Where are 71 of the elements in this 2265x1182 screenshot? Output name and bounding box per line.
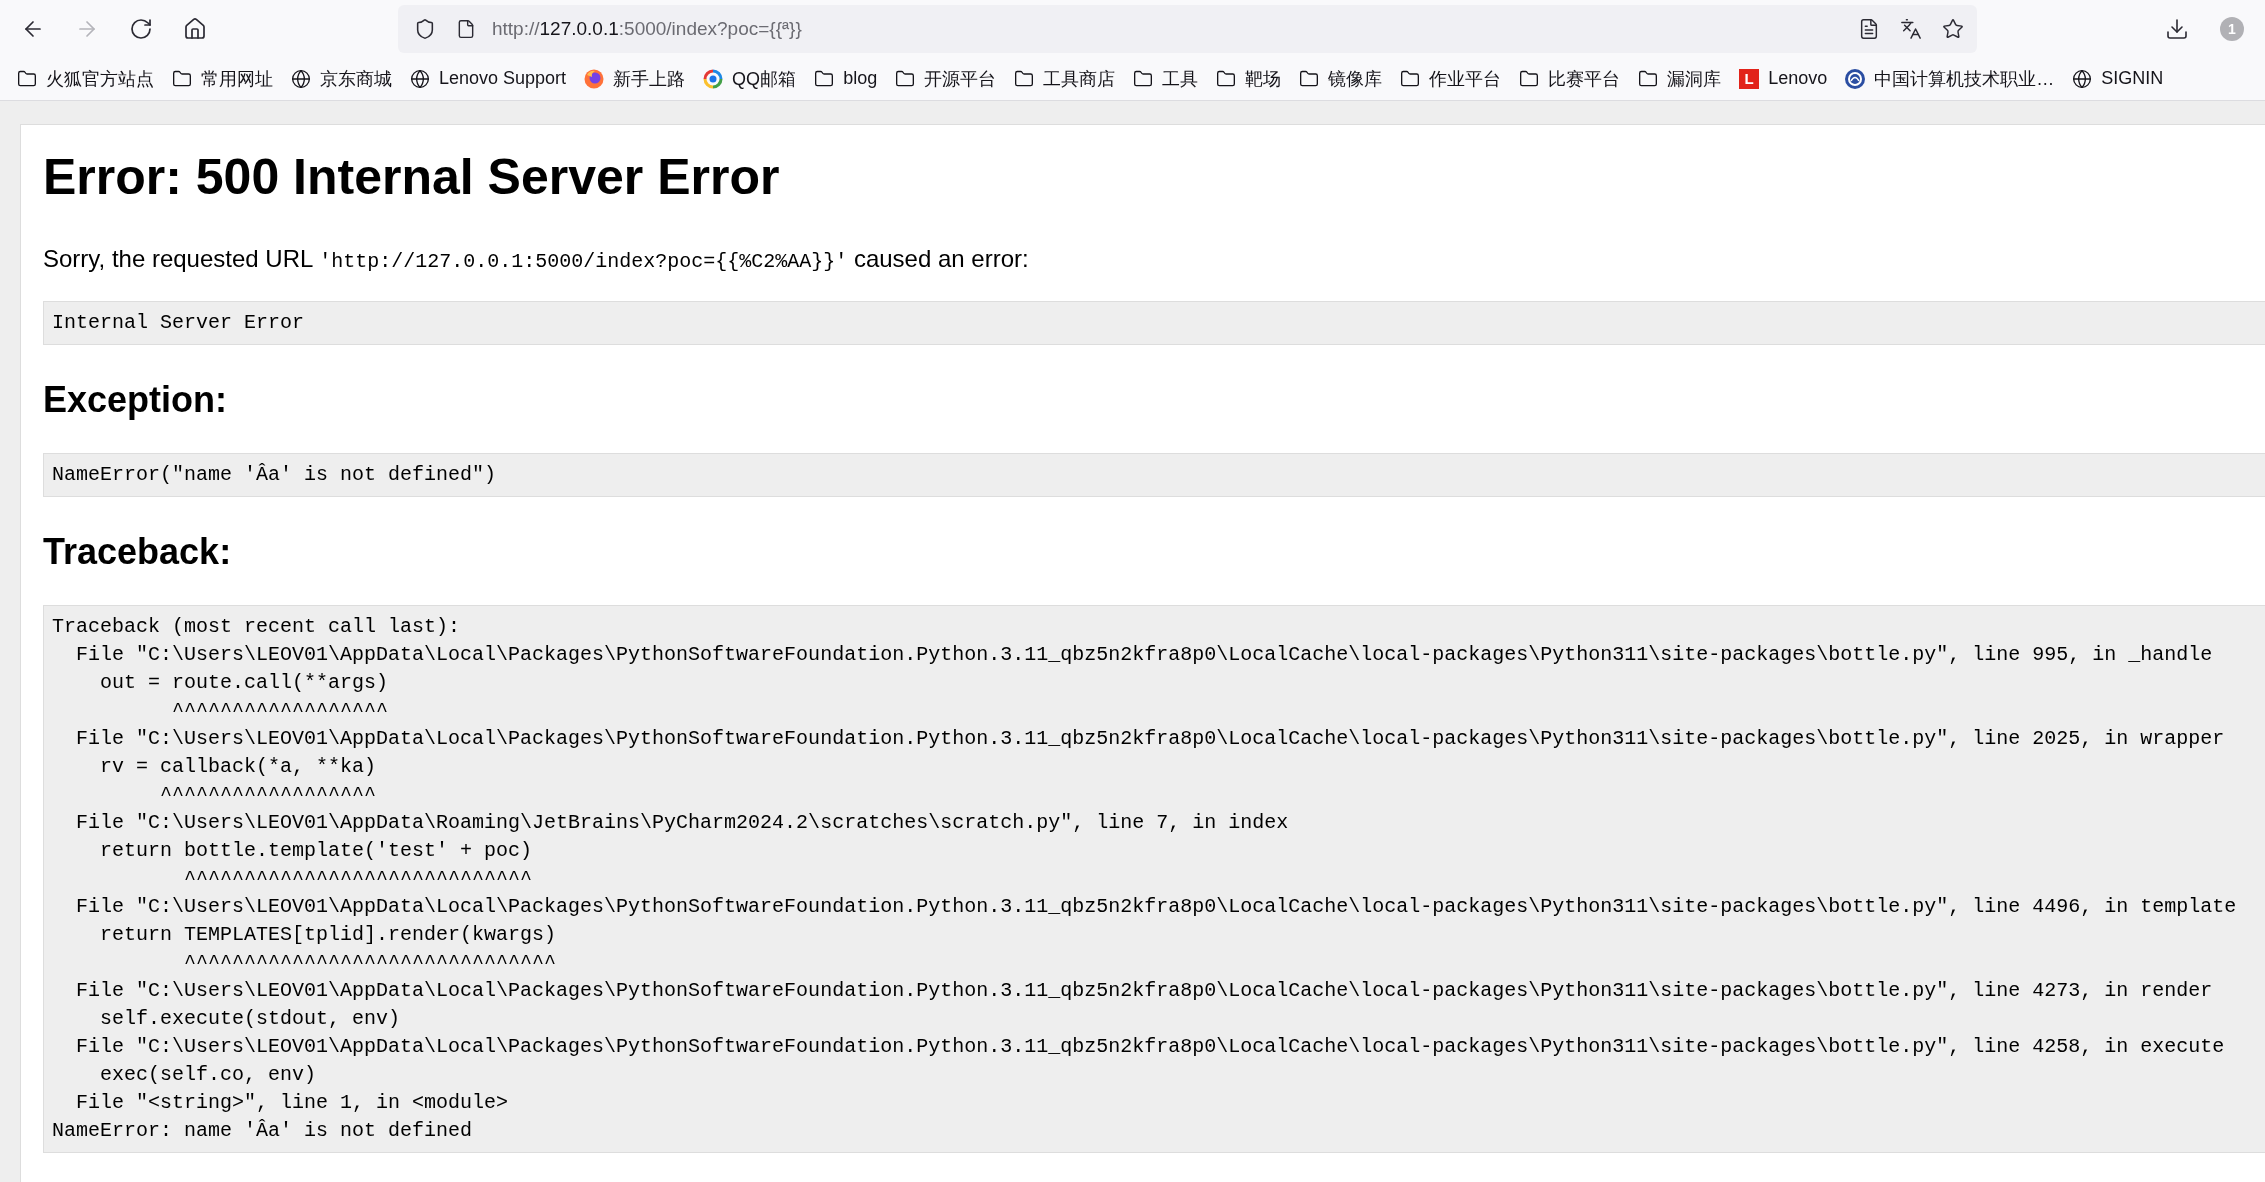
folder-icon: [17, 68, 37, 89]
exception-block: NameError("name 'Âa' is not defined"): [43, 453, 2265, 497]
bookmark-item[interactable]: 工具商店: [1010, 63, 1120, 94]
fox-logo-icon: [584, 68, 605, 89]
shield-icon[interactable]: [414, 17, 436, 40]
folder-icon: [1400, 68, 1421, 89]
reader-view-icon[interactable]: [1858, 17, 1880, 40]
globe-icon: [410, 68, 430, 89]
folder-icon: [1638, 68, 1659, 89]
error-message: Sorry, the requested URL 'http://127.0.0.1:5000/index?poc={{%C2%AA}}' caused an error:: [43, 244, 1030, 275]
url-text[interactable]: http://127.0.0.1:5000/index?poc={{ª}}: [492, 17, 802, 40]
folder-icon: [895, 68, 916, 89]
bookmark-item[interactable]: 中国计算机技术职业…: [1841, 63, 2059, 94]
bookmark-item[interactable]: 比赛平台: [1515, 63, 1625, 94]
folder-icon: [1519, 68, 1540, 89]
traceback-line: out = route.call(**args): [99, 670, 390, 696]
traceback-line: Traceback (most recent call last):: [52, 614, 462, 640]
bookmark-item[interactable]: 作业平台: [1396, 63, 1506, 94]
bookmark-item[interactable]: 常用网址: [168, 63, 277, 94]
bookmark-item[interactable]: 镜像库: [1295, 63, 1387, 94]
traceback-line: File "C:\Users\LEOV01\AppData\Local\Packages\PythonSoftwareFoundation.Python.3.11_qbz5n2kfra8p0\LocalCache\local-packages\Python311\site-packages\bottle.py", line 4273, in render: [75, 978, 2214, 1004]
letter-logo: L: [1739, 68, 1760, 89]
folder-icon: [1216, 68, 1237, 89]
bookmark-item[interactable]: 工具: [1129, 63, 1203, 94]
page-icon[interactable]: [456, 18, 476, 39]
folder-icon: [172, 68, 192, 89]
traceback-line: self.execute(stdout, env): [99, 1006, 402, 1032]
translate-icon[interactable]: [1900, 17, 1922, 40]
folder-icon: [814, 68, 835, 89]
bookmark-item[interactable]: 漏洞库: [1634, 63, 1726, 94]
globe-icon: [2072, 68, 2093, 89]
traceback-line: File "C:\Users\LEOV01\AppData\Local\Packages\PythonSoftwareFoundation.Python.3.11_qbz5n2kfra8p0\LocalCache\local-packages\Python311\site-packages\bottle.py", line 995, in _handle: [75, 642, 2214, 668]
bookmark-item[interactable]: 靶场: [1212, 63, 1286, 94]
traceback-line: return bottle.template('test' + poc): [99, 838, 534, 864]
traceback-line: ^^^^^^^^^^^^^^^^^^: [171, 698, 390, 724]
bookmark-item[interactable]: 开源平台: [891, 63, 1001, 94]
folder-icon: [1014, 68, 1035, 89]
bookmark-item[interactable]: 火狐官方站点: [13, 63, 158, 94]
bookmark-item[interactable]: QQ邮箱: [699, 63, 801, 94]
traceback-line: ^^^^^^^^^^^^^^^^^^^^^^^^^^^^^^^: [183, 950, 558, 976]
home-icon: [183, 16, 207, 41]
bookmark-item[interactable]: 新手上路: [580, 63, 690, 94]
traceback-line: ^^^^^^^^^^^^^^^^^^^^^^^^^^^^^: [183, 866, 534, 892]
error-title: Error: 500 Internal Server Error: [43, 148, 781, 207]
bookmark-item[interactable]: L Lenovo: [1735, 65, 1832, 92]
download-icon: [2165, 16, 2189, 41]
folder-icon: [1133, 68, 1154, 89]
traceback-line: File "C:\Users\LEOV01\AppData\Local\Packages\PythonSoftwareFoundation.Python.3.11_qbz5n2kfra8p0\LocalCache\local-packages\Python311\site-packages\bottle.py", line 4496, in template: [75, 894, 2238, 920]
folder-icon: [1299, 68, 1320, 89]
traceback-line: File "C:\Users\LEOV01\AppData\Local\Packages\PythonSoftwareFoundation.Python.3.11_qbz5n2kfra8p0\LocalCache\local-packages\Python311\site-packages\bottle.py", line 2025, in wrapper: [75, 726, 2226, 752]
reload-icon: [129, 16, 153, 41]
bookmark-item[interactable]: 京东商城: [287, 63, 396, 94]
ring-logo-icon: [703, 68, 724, 89]
error-output-block: Internal Server Error: [43, 301, 2265, 345]
traceback-line: rv = callback(*a, **ka): [99, 754, 378, 780]
address-bar[interactable]: http://127.0.0.1:5000/index?poc={{ª}}: [398, 4, 1977, 53]
bookmark-item[interactable]: blog: [810, 65, 882, 92]
section-heading: Exception:: [43, 378, 229, 422]
section-heading: Traceback:: [43, 530, 233, 574]
traceback-line: File "C:\Users\LEOV01\AppData\Roaming\JetBrains\PyCharm2024.2\scratches\scratch.py", line 7, in index: [75, 810, 1290, 836]
star-icon[interactable]: [1942, 17, 1964, 40]
traceback-line: return TEMPLATES[tplid].render(kwargs): [99, 922, 558, 948]
bookmark-item[interactable]: Lenovo Support: [406, 65, 571, 92]
traceback-line: NameError: name 'Âa' is not defined: [52, 1118, 474, 1144]
globe-icon: [291, 68, 311, 89]
traceback-line: ^^^^^^^^^^^^^^^^^^: [159, 782, 378, 808]
round-emblem-icon: [1845, 68, 1866, 89]
traceback-line: exec(self.co, env): [99, 1062, 318, 1088]
bookmark-item[interactable]: SIGNIN: [2068, 65, 2168, 92]
traceback-line: File "C:\Users\LEOV01\AppData\Local\Packages\PythonSoftwareFoundation.Python.3.11_qbz5n2kfra8p0\LocalCache\local-packages\Python311\site-packages\bottle.py", line 4258, in execute: [75, 1034, 2226, 1060]
traceback-line: File "<string>", line 1, in <module>: [75, 1090, 510, 1116]
